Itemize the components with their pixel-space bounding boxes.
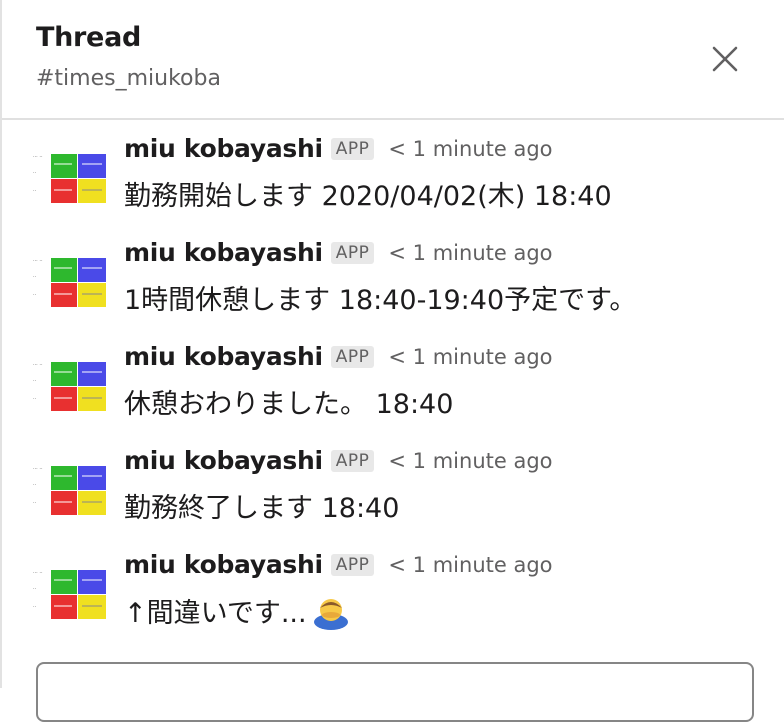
message-text: 勤務終了します 18:40: [124, 493, 400, 524]
author-name[interactable]: miu kobayashi: [124, 342, 323, 371]
timestamp[interactable]: < 1 minute ago: [388, 241, 552, 265]
timestamp[interactable]: < 1 minute ago: [388, 449, 552, 473]
author-name[interactable]: miu kobayashi: [124, 446, 323, 475]
svg-text:··: ··: [33, 586, 37, 592]
svg-text:··· ··: ··· ··: [33, 466, 43, 472]
app-badge: APP: [330, 137, 375, 160]
author-name[interactable]: miu kobayashi: [124, 550, 323, 579]
message-header: miu kobayashi APP < 1 minute ago: [124, 134, 553, 170]
svg-text:··: ··: [33, 170, 37, 176]
message-item: ··· ·· ·· ·· miu kobayashi APP < 1 minute …: [2, 434, 784, 534]
svg-text:··: ··: [33, 500, 37, 506]
app-avatar[interactable]: ··· ·· ·· ··: [32, 150, 110, 208]
app-avatar[interactable]: ··· ·· ·· ··: [32, 254, 110, 312]
reply-input[interactable]: [36, 662, 754, 722]
svg-text:··: ··: [33, 482, 37, 488]
svg-text:··· ··: ··· ··: [33, 570, 43, 576]
message-item: ··· ·· ·· ·· miu kobayashi APP < 1 minute …: [2, 226, 784, 326]
svg-text:··: ··: [33, 188, 37, 194]
app-badge: APP: [330, 553, 375, 576]
message-header: miu kobayashi APP < 1 minute ago: [124, 342, 553, 378]
app-avatar[interactable]: ··· ·· ·· ··: [32, 566, 110, 624]
close-icon: [712, 46, 738, 72]
message-header: miu kobayashi APP < 1 minute ago: [124, 446, 553, 482]
thread-header: Thread #times_miukoba: [2, 0, 784, 120]
message-text: 1時間休憩します 18:40-19:40予定です。: [124, 285, 637, 316]
thread-title: Thread: [36, 22, 142, 53]
author-name[interactable]: miu kobayashi: [124, 238, 323, 267]
svg-text:··: ··: [33, 378, 37, 384]
message-list: ··· ·· ·· ·· miu kobayashi APP < 1 minute …: [2, 122, 784, 662]
app-avatar[interactable]: ··· ·· ·· ··: [32, 358, 110, 416]
app-avatar[interactable]: ··· ·· ·· ··: [32, 462, 110, 520]
app-badge: APP: [330, 449, 375, 472]
message-item: ··· ·· ·· ·· miu kobayashi APP < 1 minute …: [2, 122, 784, 222]
svg-text:··: ··: [33, 292, 37, 298]
timestamp[interactable]: < 1 minute ago: [388, 137, 552, 161]
timestamp[interactable]: < 1 minute ago: [388, 345, 552, 369]
svg-text:··: ··: [33, 274, 37, 280]
timestamp[interactable]: < 1 minute ago: [388, 553, 552, 577]
app-badge: APP: [330, 345, 375, 368]
message-header: miu kobayashi APP < 1 minute ago: [124, 238, 553, 274]
message-item: ··· ·· ·· ·· miu kobayashi APP < 1 minute …: [2, 538, 784, 638]
message-item: ··· ·· ·· ·· miu kobayashi APP < 1 minute …: [2, 330, 784, 430]
author-name[interactable]: miu kobayashi: [124, 134, 323, 163]
thread-panel: Thread #times_miukoba ··· ·· ·· ·· miu k…: [0, 0, 784, 722]
app-badge: APP: [330, 241, 375, 264]
message-text: ↑間違いです...: [124, 590, 351, 630]
close-button[interactable]: [704, 38, 746, 80]
message-text: 休憩おわりました。 18:40: [124, 389, 454, 420]
svg-text:··: ··: [33, 396, 37, 402]
channel-name[interactable]: #times_miukoba: [36, 66, 221, 91]
svg-text:··· ··: ··· ··: [33, 258, 43, 264]
svg-text:··: ··: [33, 604, 37, 610]
message-header: miu kobayashi APP < 1 minute ago: [124, 550, 553, 586]
bowing-person-emoji: [313, 599, 348, 630]
message-text-content: ↑間違いです...: [124, 598, 307, 629]
svg-text:··· ··: ··· ··: [33, 154, 43, 160]
message-text: 勤務開始します 2020/04/02(木) 18:40: [124, 181, 612, 212]
svg-text:··· ··: ··· ··: [33, 362, 43, 368]
